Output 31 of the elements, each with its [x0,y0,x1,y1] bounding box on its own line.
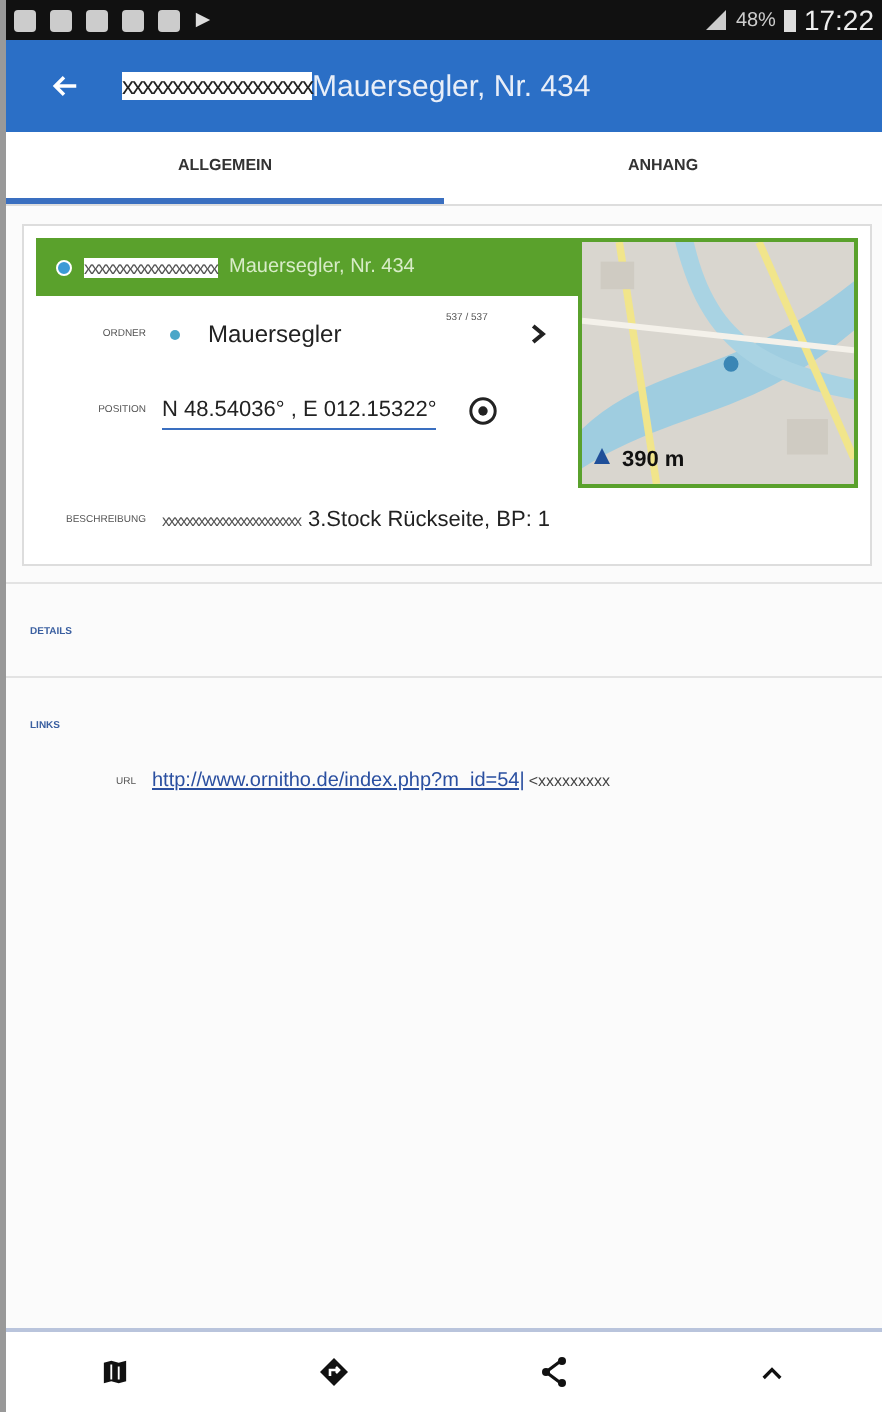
marker-icon [56,259,72,275]
directions-icon [318,1356,351,1388]
redacted-text: <xxxxxxxxx [528,772,610,790]
walker-icon [590,444,614,468]
banner-title: Mauersegler, Nr. 434 [229,256,415,278]
description-text: 3.Stock Rückseite, BP: 1 [308,508,551,532]
share-icon [537,1356,570,1388]
chevron-icon[interactable] [530,324,546,344]
redacted-text: xxxxxxxxxxxxxxxxxxxxxxx [162,511,300,529]
redacted-text: xxxxxxxxxxxxxxxxxxx [122,72,312,100]
folder-value: Mauersegler [208,320,342,348]
battery-level: 48% [735,9,776,31]
redacted-text: xxxxxxxxxxxxxxxxxxx [84,257,217,277]
clock: 17:22 [803,4,874,36]
notification-icon [50,9,72,31]
notification-icon [158,9,180,31]
notification-icon [86,9,108,31]
back-icon[interactable] [50,72,78,100]
marker-icon [170,329,180,339]
signal-icon [703,8,728,32]
target-icon[interactable] [468,395,499,425]
url-link[interactable]: http://www.ornitho.de/index.php?m_id=54| [152,770,525,792]
position-field[interactable]: N 48.54036° , E 012.15322° [162,391,437,429]
app-title: Mauersegler, Nr. 434 [312,69,591,103]
caret-icon [762,1365,783,1379]
notification-icon [122,9,144,31]
play-icon [194,10,212,30]
battery-icon [783,8,796,32]
map-icon [102,1358,129,1386]
distance-label: 390 m [622,448,685,472]
notification-icon [14,9,36,31]
